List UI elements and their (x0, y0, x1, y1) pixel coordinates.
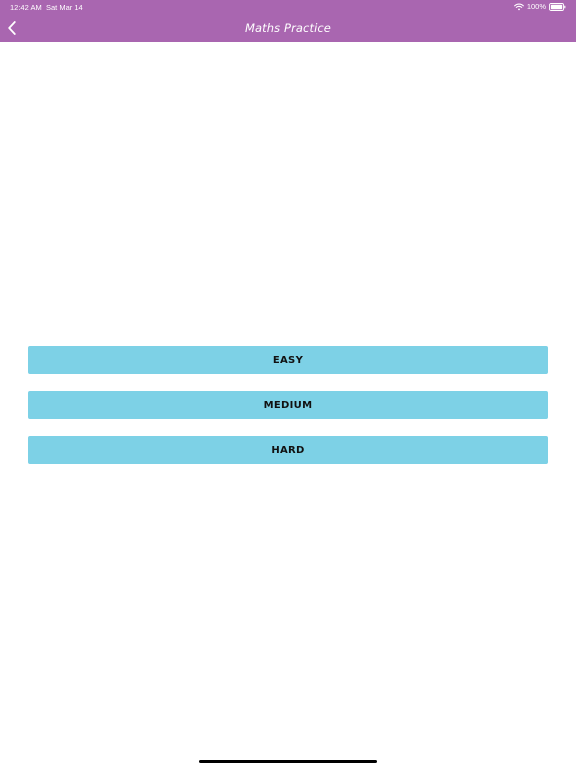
status-date: Sat Mar 14 (46, 3, 83, 12)
top-bar: 12:42 AM Sat Mar 14 100% Maths Practice (0, 0, 576, 42)
hard-button[interactable]: HARD (28, 436, 548, 464)
page-title: Maths Practice (245, 21, 331, 35)
maths-practice-screen: 12:42 AM Sat Mar 14 100% Maths Practice … (0, 0, 576, 768)
status-bar: 12:42 AM Sat Mar 14 100% (0, 0, 576, 14)
home-indicator[interactable] (199, 760, 377, 763)
battery-full-icon (549, 2, 566, 11)
difficulty-options: EASY MEDIUM HARD (28, 346, 548, 481)
status-time: 12:42 AM (10, 3, 42, 12)
wifi-icon (513, 3, 524, 10)
status-indicators: 100% (513, 2, 566, 11)
medium-button[interactable]: MEDIUM (28, 391, 548, 419)
easy-button[interactable]: EASY (28, 346, 548, 374)
navigation-bar: Maths Practice (0, 14, 576, 42)
battery-percent: 100% (526, 2, 546, 11)
